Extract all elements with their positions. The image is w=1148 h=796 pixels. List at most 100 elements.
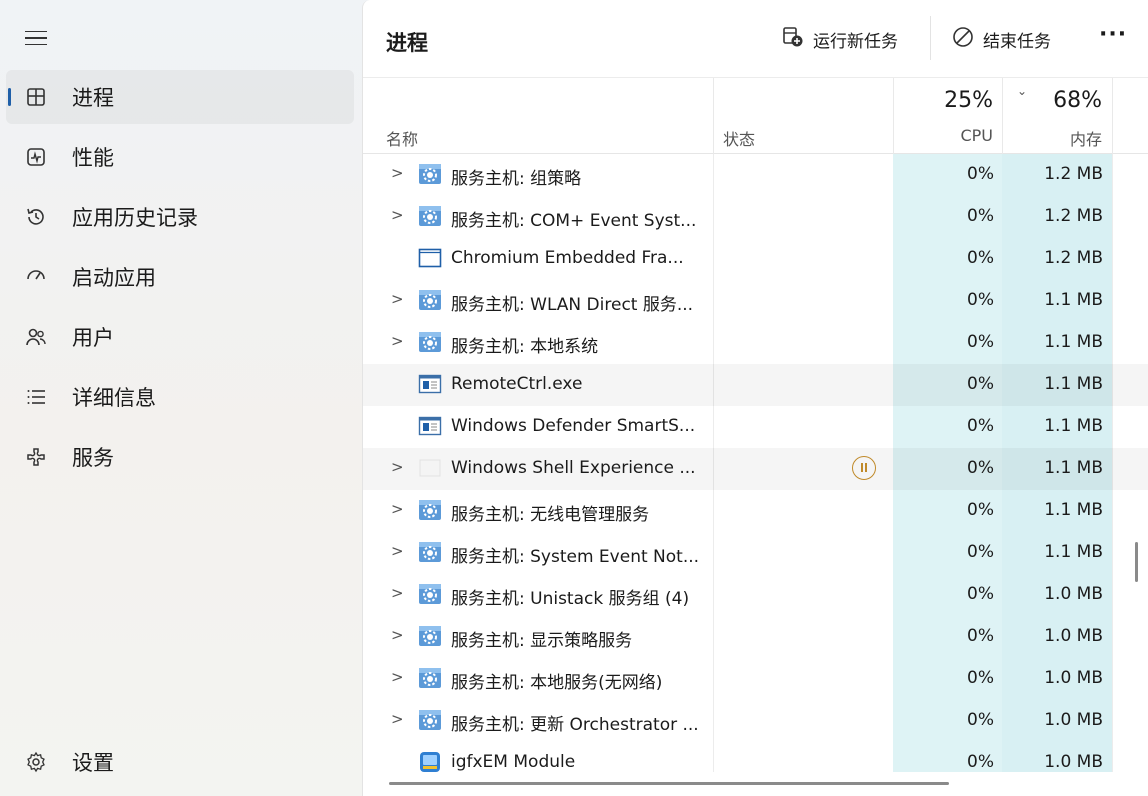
- igfx-icon: [418, 751, 442, 772]
- column-status-header[interactable]: 状态: [723, 126, 755, 150]
- process-row[interactable]: > 服务主机: WLAN Direct 服务... 0% 1.1 MB: [363, 280, 1148, 322]
- process-row[interactable]: > 服务主机: COM+ Event Syst... 0% 1.2 MB: [363, 196, 1148, 238]
- cpu-value: 0%: [967, 752, 994, 772]
- column-divider: [713, 78, 714, 154]
- page-title: 进程: [386, 31, 428, 55]
- process-row[interactable]: Windows Defender SmartS... 0% 1.1 MB: [363, 406, 1148, 448]
- process-row[interactable]: igfxEM Module 0% 1.0 MB: [363, 742, 1148, 772]
- end-task-label: 结束任务: [983, 31, 1051, 52]
- users-icon: [24, 325, 48, 349]
- memory-value: 1.1 MB: [1044, 290, 1103, 310]
- sidebar-item-label: 用户: [72, 326, 114, 350]
- process-name: Chromium Embedded Fra...: [451, 248, 684, 268]
- horizontal-scrollbar[interactable]: [389, 782, 949, 785]
- sidebar-item-details[interactable]: 详细信息: [6, 370, 354, 424]
- processes-panel: 进程 运行新任务 结束任务 ··· 名称 状态 25% CPU ⌄ 68% 内存: [362, 0, 1148, 796]
- suspended-icon: [852, 456, 876, 480]
- process-row[interactable]: Chromium Embedded Fra... 0% 1.2 MB: [363, 238, 1148, 280]
- service-host-icon: [418, 163, 442, 185]
- process-name: 服务主机: 本地系统: [451, 337, 599, 357]
- vertical-scrollbar[interactable]: [1135, 542, 1138, 582]
- expand-chevron-icon[interactable]: >: [391, 668, 404, 686]
- cpu-value: 0%: [967, 542, 994, 562]
- cpu-value: 0%: [967, 164, 994, 184]
- process-name: 服务主机: 组策略: [451, 169, 582, 189]
- service-host-icon: [418, 331, 442, 353]
- expand-chevron-icon[interactable]: >: [391, 542, 404, 560]
- cpu-value: 0%: [967, 290, 994, 310]
- sidebar-item-label: 启动应用: [72, 266, 156, 290]
- process-name: 服务主机: COM+ Event Syst...: [451, 211, 697, 231]
- process-row[interactable]: > 服务主机: 显示策略服务 0% 1.0 MB: [363, 616, 1148, 658]
- process-row[interactable]: > 服务主机: System Event Not... 0% 1.1 MB: [363, 532, 1148, 574]
- process-row[interactable]: > 服务主机: 更新 Orchestrator ... 0% 1.0 MB: [363, 700, 1148, 742]
- column-header: 名称 状态 25% CPU ⌄ 68% 内存: [363, 78, 1148, 154]
- settings-label: 设置: [72, 751, 114, 775]
- run-task-icon: [781, 25, 805, 54]
- sidebar-item-processes[interactable]: 进程: [6, 70, 354, 124]
- sidebar-item-settings[interactable]: 设置: [6, 735, 354, 789]
- memory-value: 1.0 MB: [1044, 710, 1103, 730]
- cpu-value: 0%: [967, 416, 994, 436]
- hamburger-menu-icon[interactable]: [16, 20, 56, 56]
- sidebar-item-label: 应用历史记录: [72, 206, 198, 230]
- memory-total-percent: 68%: [1053, 88, 1102, 113]
- expand-chevron-icon[interactable]: >: [391, 584, 404, 602]
- process-name: igfxEM Module: [451, 752, 576, 772]
- process-name: RemoteCtrl.exe: [451, 374, 583, 394]
- process-row[interactable]: > 服务主机: 组策略 0% 1.2 MB: [363, 154, 1148, 196]
- sidebar-item-app-history[interactable]: 应用历史记录: [6, 190, 354, 244]
- performance-icon: [24, 145, 48, 169]
- window-icon: [418, 247, 442, 269]
- expand-chevron-icon[interactable]: >: [391, 626, 404, 644]
- expand-chevron-icon[interactable]: >: [391, 290, 404, 308]
- cpu-total-percent: 25%: [944, 88, 993, 113]
- process-name: 服务主机: Unistack 服务组 (4): [451, 589, 690, 609]
- memory-value: 1.0 MB: [1044, 668, 1103, 688]
- process-name: 服务主机: 更新 Orchestrator ...: [451, 715, 699, 735]
- run-new-task-label: 运行新任务: [813, 31, 898, 52]
- process-row[interactable]: > 服务主机: Unistack 服务组 (4) 0% 1.0 MB: [363, 574, 1148, 616]
- expand-chevron-icon[interactable]: >: [391, 206, 404, 224]
- cpu-value: 0%: [967, 668, 994, 688]
- process-row[interactable]: > 服务主机: 无线电管理服务 0% 1.1 MB: [363, 490, 1148, 532]
- memory-value: 1.1 MB: [1044, 332, 1103, 352]
- process-row[interactable]: > Windows Shell Experience ... 0% 1.1 MB: [363, 448, 1148, 490]
- column-name-header[interactable]: 名称: [386, 126, 418, 150]
- process-row[interactable]: > 服务主机: 本地服务(无网络) 0% 1.0 MB: [363, 658, 1148, 700]
- end-task-button[interactable]: 结束任务: [951, 24, 1051, 54]
- sidebar-item-performance[interactable]: 性能: [6, 130, 354, 184]
- expand-chevron-icon[interactable]: >: [391, 332, 404, 350]
- expand-chevron-icon[interactable]: >: [391, 164, 404, 182]
- service-host-icon: [418, 541, 442, 563]
- sidebar-item-startup-apps[interactable]: 启动应用: [6, 250, 354, 304]
- process-name: 服务主机: 显示策略服务: [451, 631, 633, 651]
- sidebar-item-label: 性能: [72, 146, 114, 170]
- process-row[interactable]: > 服务主机: 本地系统 0% 1.1 MB: [363, 322, 1148, 364]
- cpu-value: 0%: [967, 206, 994, 226]
- run-new-task-button[interactable]: 运行新任务: [781, 24, 898, 54]
- expand-chevron-icon[interactable]: >: [391, 710, 404, 728]
- history-icon: [24, 205, 48, 229]
- memory-value: 1.1 MB: [1044, 416, 1103, 436]
- process-name: 服务主机: 无线电管理服务: [451, 505, 650, 525]
- process-name: Windows Shell Experience ...: [451, 458, 696, 478]
- cpu-value: 0%: [967, 500, 994, 520]
- column-memory-header[interactable]: 内存: [1002, 126, 1102, 150]
- sidebar: 进程 性能 应用历史记录 启动应用 用户 详细信息 服务 设置: [0, 0, 362, 796]
- sidebar-item-users[interactable]: 用户: [6, 310, 354, 364]
- memory-value: 1.1 MB: [1044, 500, 1103, 520]
- cpu-value: 0%: [967, 248, 994, 268]
- sidebar-item-services[interactable]: 服务: [6, 430, 354, 484]
- more-options-button[interactable]: ···: [1099, 22, 1127, 47]
- blank-app-icon: [418, 457, 442, 479]
- process-row[interactable]: RemoteCtrl.exe 0% 1.1 MB: [363, 364, 1148, 406]
- expand-chevron-icon[interactable]: >: [391, 500, 404, 518]
- column-cpu-header[interactable]: CPU: [893, 126, 993, 145]
- block-icon: [951, 25, 975, 54]
- process-name: Windows Defender SmartS...: [451, 416, 696, 436]
- services-icon: [24, 445, 48, 469]
- expand-chevron-icon[interactable]: >: [391, 458, 404, 476]
- active-indicator: [8, 88, 11, 106]
- service-host-icon: [418, 709, 442, 731]
